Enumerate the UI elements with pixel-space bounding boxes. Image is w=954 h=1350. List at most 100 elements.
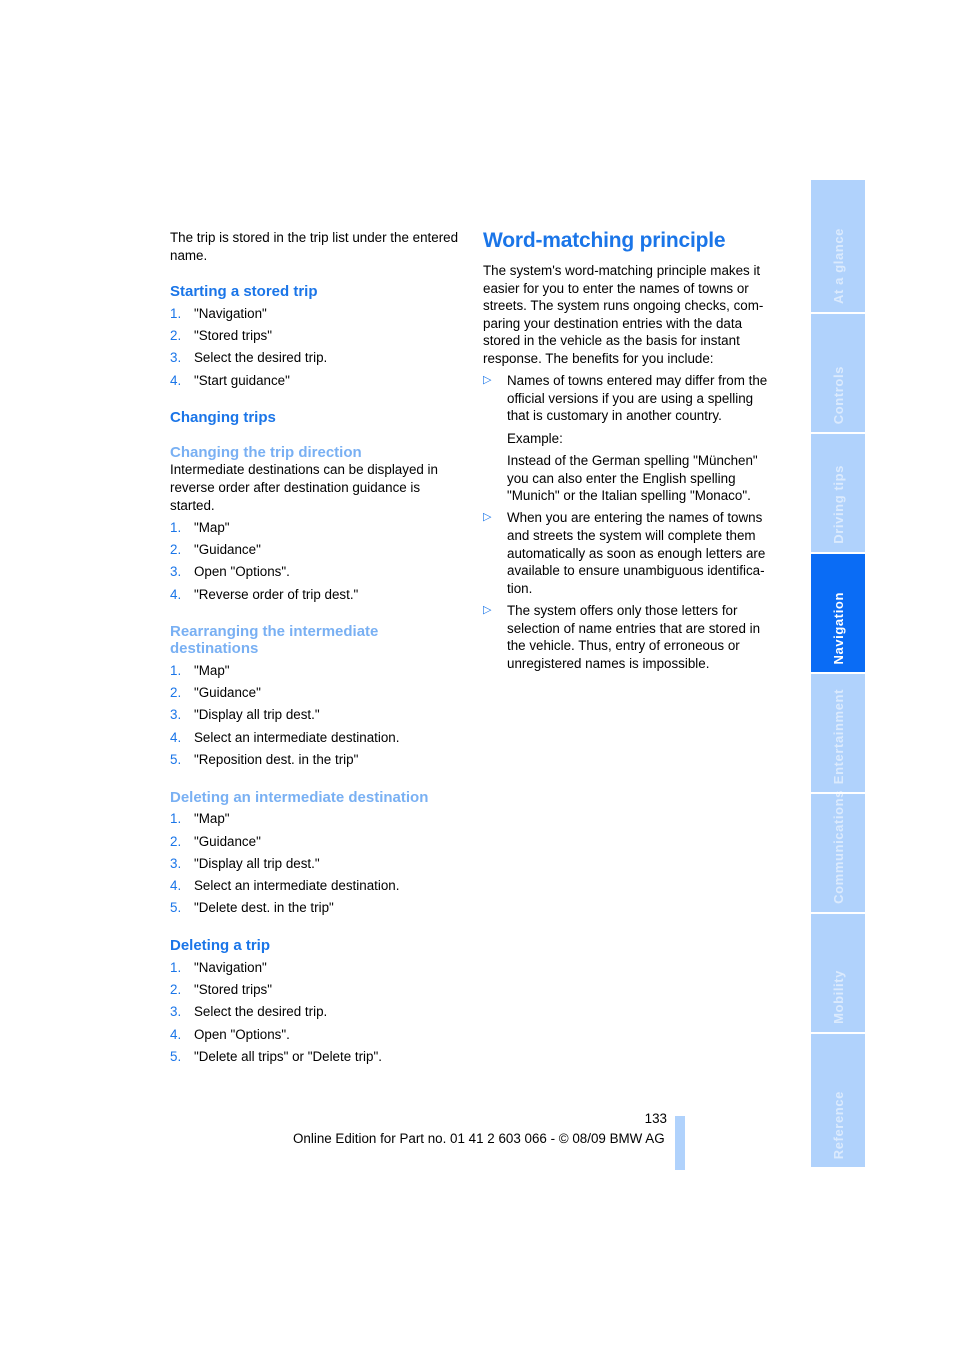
heading-changing-trips: Changing trips: [170, 409, 276, 427]
page-marker-bar: [675, 1116, 685, 1170]
step-text: "Display all trip dest.": [194, 855, 320, 871]
direction-steps: 1. "Map" 2. "Guidance" 3. Open "Options". 4…: [170, 519, 460, 603]
list-item: 3. "Display all trip dest.": [170, 855, 460, 873]
step-text: Open "Options".: [194, 564, 290, 580]
step-number: 2.: [170, 982, 182, 997]
tab-label: Driving tips: [830, 465, 846, 544]
list-item: 2. "Stored trips": [170, 327, 460, 345]
tab-entertainment[interactable]: Entertainment: [811, 674, 865, 792]
list-item: 1. "Navigation": [170, 959, 460, 977]
step-number: 4.: [170, 729, 182, 745]
triangle-bullet-icon: ▷: [483, 604, 492, 617]
step-text: "Reverse order of trip dest.": [194, 586, 359, 602]
bullet-text: Names of towns entered may differ from t…: [507, 373, 768, 424]
step-text: "Delete dest. in the trip": [194, 900, 334, 916]
list-item: ▷ Names of towns entered may differ from…: [483, 372, 778, 505]
step-text: "Map": [194, 519, 230, 535]
step-text: "Stored trips": [194, 328, 272, 344]
right-column: Word-matching principle The system's wor…: [483, 229, 778, 673]
step-number: 1.: [170, 959, 182, 975]
step-text: "Delete all trips" or "Delete trip".: [194, 1048, 382, 1064]
step-text: "Guidance": [194, 833, 261, 849]
list-item: 3. Open "Options".: [170, 563, 460, 581]
step-number: 1.: [170, 811, 182, 827]
tab-communications[interactable]: Communications: [811, 790, 865, 912]
heading-deleting-trip: Deleting a trip: [170, 937, 271, 955]
step-text: "Map": [194, 662, 230, 678]
step-number: 4.: [170, 586, 182, 602]
heading-starting-stored-trip: Starting a stored trip: [170, 283, 318, 301]
step-number: 3.: [170, 350, 182, 366]
step-number: 2.: [170, 685, 182, 701]
list-item: 4. Open "Options".: [170, 1026, 460, 1044]
left-column: The trip is stored in the trip list unde…: [170, 229, 460, 1065]
page-number: 133: [644, 1111, 667, 1126]
benefits-list: ▷ Names of towns entered may differ from…: [483, 372, 778, 672]
step-number: 1.: [170, 305, 182, 321]
step-text: "Reposition dest. in the trip": [194, 752, 359, 768]
list-item: 2. "Stored trips": [170, 981, 460, 999]
tab-label: Communications: [830, 790, 846, 904]
tab-driving-tips[interactable]: Driving tips: [811, 434, 865, 552]
step-text: "Guidance": [194, 542, 261, 558]
example-label: Example:: [507, 430, 563, 446]
list-item: 1. "Map": [170, 662, 460, 680]
step-text: "Stored trips": [194, 982, 272, 997]
step-number: 5.: [170, 752, 182, 768]
step-text: "Navigation": [194, 959, 267, 975]
rearranging-steps: 1. "Map" 2. "Guidance" 3. "Display all trip…: [170, 662, 460, 769]
step-number: 4.: [170, 878, 182, 894]
list-item: 4. Select an intermediate destination.: [170, 729, 460, 747]
step-text: Select the desired trip.: [194, 350, 328, 366]
step-text: "Map": [194, 811, 230, 827]
tab-label: At a glance: [830, 228, 846, 304]
page-title: Word-matching principle: [483, 229, 726, 252]
tab-mobility[interactable]: Mobility: [811, 914, 865, 1032]
triangle-bullet-icon: ▷: [483, 511, 492, 524]
example-text: Instead of the German spelling "München"…: [507, 453, 758, 504]
step-text: Select an intermediate destination.: [194, 878, 400, 894]
step-number: 4.: [170, 372, 182, 388]
list-item: 5. "Delete all trips" or "Delete trip".: [170, 1048, 460, 1066]
list-item: 4. Select an intermediate destination.: [170, 877, 460, 895]
deleting-dest-steps: 1. "Map" 2. "Guidance" 3. "Display all trip…: [170, 810, 460, 917]
step-number: 2.: [170, 542, 182, 558]
step-number: 5.: [170, 1048, 182, 1064]
tab-label: Reference: [830, 1090, 846, 1159]
tab-reference[interactable]: Reference: [811, 1034, 865, 1167]
list-item: ▷ The system offers only those letters f…: [483, 602, 778, 672]
list-item: 1. "Map": [170, 810, 460, 828]
tab-controls[interactable]: Controls: [811, 314, 865, 432]
step-number: 3.: [170, 1004, 182, 1020]
list-item: 1. "Navigation": [170, 305, 460, 323]
list-item: 4. "Start guidance": [170, 372, 460, 390]
bullet-text: When you are entering the names of towns…: [507, 510, 766, 596]
list-item: ▷ When you are entering the names of tow…: [483, 509, 778, 597]
tab-at-a-glance[interactable]: At a glance: [811, 180, 865, 312]
list-item: 3. Select the desired trip.: [170, 1003, 460, 1021]
tab-label: Mobility: [830, 970, 846, 1024]
step-number: 1.: [170, 662, 182, 678]
step-number: 4.: [170, 1026, 182, 1042]
step-number: 3.: [170, 707, 182, 723]
list-item: 4. "Reverse order of trip dest.": [170, 586, 460, 604]
intro-text: The trip is stored in the trip list unde…: [170, 230, 459, 263]
list-item: 3. Select the desired trip.: [170, 349, 460, 367]
tab-label: Controls: [830, 365, 846, 424]
starting-steps: 1. "Navigation" 2. "Stored trips" 3. Select…: [170, 305, 460, 389]
step-number: 2.: [170, 328, 182, 344]
step-number: 2.: [170, 833, 182, 849]
heading-rearranging: Rearranging the intermediate destination…: [170, 623, 379, 658]
step-number: 1.: [170, 519, 182, 535]
edition-footer: Online Edition for Part no. 01 41 2 603 …: [293, 1131, 665, 1146]
list-item: 2. "Guidance": [170, 541, 460, 559]
step-text: "Display all trip dest.": [194, 707, 320, 723]
bullet-text: The system offers only those letters for…: [507, 603, 761, 671]
step-text: Select the desired trip.: [194, 1004, 328, 1020]
tab-label: Navigation: [830, 591, 846, 664]
step-number: 3.: [170, 564, 182, 580]
tab-navigation[interactable]: Navigation: [811, 554, 865, 672]
step-text: Select an intermediate destination.: [194, 729, 400, 745]
step-text: "Start guidance": [194, 372, 290, 388]
step-text: "Guidance": [194, 685, 261, 701]
